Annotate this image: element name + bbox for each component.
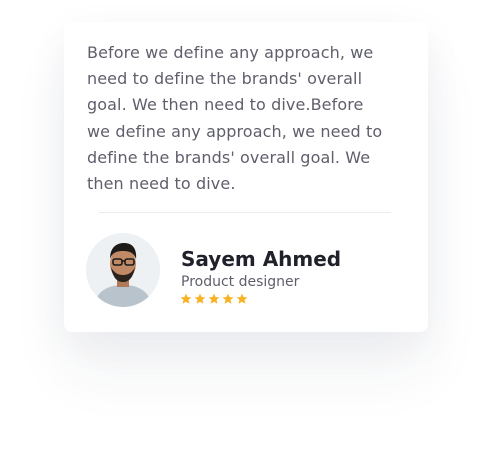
author-name: Sayem Ahmed xyxy=(181,247,342,271)
star-icon xyxy=(236,293,248,304)
avatar xyxy=(86,233,160,307)
star-icon xyxy=(180,293,192,304)
testimonial-stage: Before we define any approach, we need t… xyxy=(0,0,493,451)
star-icon xyxy=(222,293,234,304)
star-icon xyxy=(208,293,220,304)
author-role: Product designer xyxy=(181,274,300,290)
star-icon xyxy=(194,293,206,304)
testimonial-quote: Before we define any approach, we need t… xyxy=(87,43,383,194)
rating-stars xyxy=(180,293,248,305)
divider xyxy=(99,212,391,213)
testimonial-card: Before we define any approach, we need t… xyxy=(64,22,428,332)
